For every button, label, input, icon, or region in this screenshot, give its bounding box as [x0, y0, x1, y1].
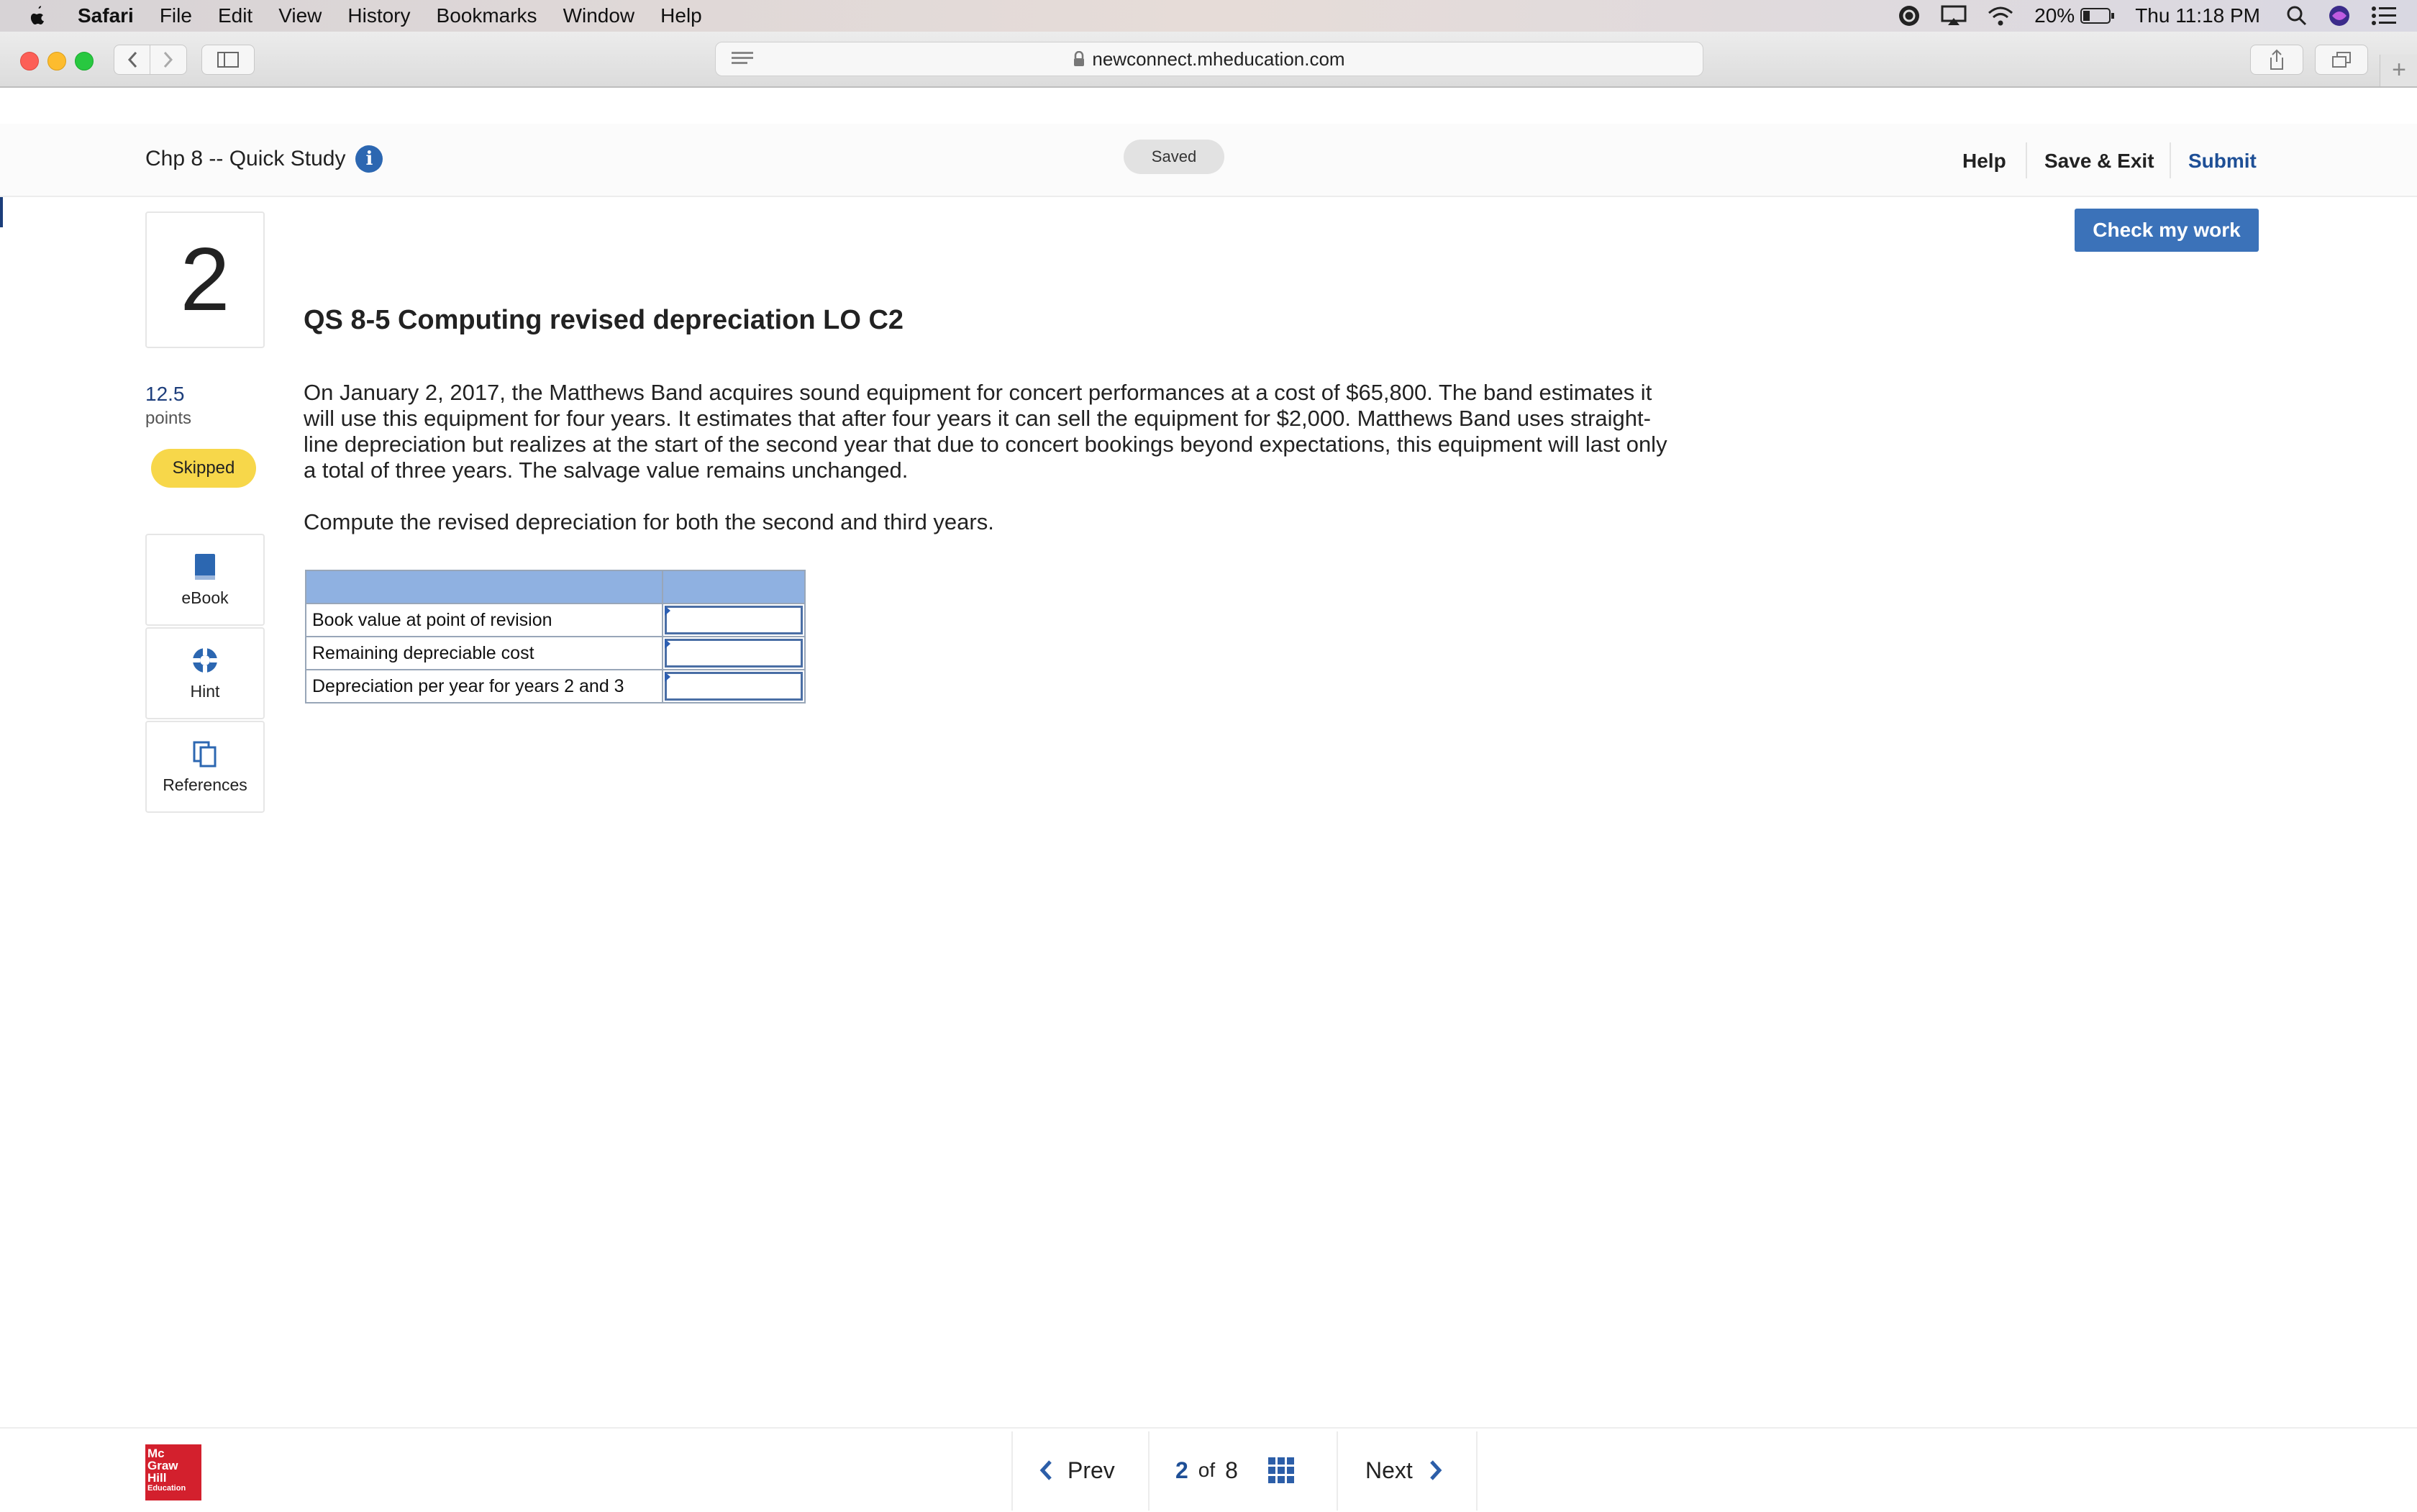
tabs-icon — [2332, 52, 2351, 68]
creative-cloud-icon[interactable] — [1898, 4, 1921, 27]
plus-icon: + — [2392, 56, 2406, 83]
zoom-window-button[interactable] — [75, 52, 94, 70]
remaining-depreciable-cost-input[interactable] — [662, 636, 806, 670]
footer-divider — [1337, 1431, 1338, 1511]
points-value: 12.5 — [145, 383, 185, 405]
menu-view[interactable]: View — [278, 4, 322, 27]
next-label: Next — [1365, 1457, 1413, 1483]
battery-icon[interactable] — [2080, 7, 2115, 24]
chevron-left-icon — [1039, 1460, 1052, 1480]
header-divider — [2170, 142, 2171, 178]
skipped-status-badge: Skipped — [151, 449, 256, 488]
chevron-left-icon — [127, 51, 137, 68]
sidebar-icon — [217, 52, 239, 68]
footer-divider — [1011, 1431, 1013, 1511]
address-bar[interactable]: newconnect.mheducation.com — [715, 42, 1703, 76]
footer-divider — [1148, 1431, 1150, 1511]
points-label: points — [145, 409, 192, 428]
references-button[interactable]: References — [145, 721, 265, 813]
total-pages: 8 — [1225, 1457, 1238, 1483]
menu-window[interactable]: Window — [563, 4, 635, 27]
menu-history[interactable]: History — [347, 4, 410, 27]
ebook-label: eBook — [181, 588, 229, 607]
menu-edit[interactable]: Edit — [218, 4, 252, 27]
book-icon — [195, 553, 215, 580]
browser-toolbar: newconnect.mheducation.com — [0, 32, 2417, 88]
book-value-input[interactable] — [662, 603, 806, 637]
lifebuoy-icon — [193, 647, 217, 673]
ebook-button[interactable]: eBook — [145, 534, 265, 626]
question-instruction: Compute the revised depreciation for bot… — [304, 509, 994, 534]
table-row: Depreciation per year for years 2 and 3 — [305, 669, 806, 703]
quiz-title-text: Chp 8 -- Quick Study — [145, 147, 346, 170]
hint-button[interactable]: Hint — [145, 627, 265, 719]
share-button[interactable] — [2250, 45, 2303, 75]
share-icon — [2270, 49, 2283, 70]
question-title: QS 8-5 Computing revised depreciation LO… — [304, 305, 904, 335]
grid-icon[interactable] — [1267, 1457, 1294, 1483]
new-tab-button[interactable]: + — [2380, 55, 2417, 86]
page-indicator[interactable]: 2 of 8 — [1175, 1429, 1294, 1512]
menu-bar: Safari File Edit View History Bookmarks … — [0, 0, 2417, 32]
back-button[interactable] — [114, 45, 151, 75]
table-row: Book value at point of revision — [305, 603, 806, 637]
battery-percent: 20% — [2034, 4, 2075, 27]
row-label: Book value at point of revision — [305, 603, 663, 637]
address-url: newconnect.mheducation.com — [1092, 47, 1345, 70]
hint-label: Hint — [190, 681, 220, 701]
current-page: 2 — [1175, 1457, 1188, 1483]
quiz-title: Chp 8 -- Quick Study i — [145, 145, 383, 173]
header-cell — [305, 570, 663, 604]
forward-button[interactable] — [150, 45, 187, 75]
reader-view-icon[interactable] — [730, 50, 755, 67]
menu-help[interactable]: Help — [660, 4, 702, 27]
notification-center-icon[interactable] — [2371, 6, 2397, 26]
chevron-right-icon — [1429, 1460, 1442, 1480]
next-button[interactable]: Next — [1365, 1429, 1443, 1512]
chevron-right-icon — [163, 51, 173, 68]
menu-file[interactable]: File — [160, 4, 192, 27]
depreciation-per-year-input[interactable] — [662, 669, 806, 703]
info-icon[interactable]: i — [355, 145, 383, 173]
minimize-window-button[interactable] — [47, 52, 66, 70]
check-my-work-button[interactable]: Check my work — [2075, 209, 2259, 252]
copy-pages-icon — [193, 741, 217, 767]
row-label: Depreciation per year for years 2 and 3 — [305, 669, 663, 703]
apple-icon[interactable] — [27, 4, 47, 27]
tab-overview-button[interactable] — [2315, 45, 2368, 75]
airplay-icon[interactable] — [1941, 5, 1967, 27]
submit-link[interactable]: Submit — [2188, 150, 2257, 173]
footer-nav: Mc Graw Hill Education Prev 2 of 8 Next — [0, 1427, 2417, 1512]
spotlight-search-icon[interactable] — [2286, 5, 2308, 27]
menu-app-name[interactable]: Safari — [78, 4, 134, 27]
menu-clock[interactable]: Thu 11:18 PM — [2135, 4, 2260, 27]
mcgraw-hill-logo: Mc Graw Hill Education — [145, 1444, 201, 1500]
wifi-icon[interactable] — [1987, 5, 2014, 27]
sidebar-toggle-button[interactable] — [201, 45, 255, 75]
save-exit-link[interactable]: Save & Exit — [2044, 150, 2154, 173]
answer-table: Book value at point of revision Remainin… — [305, 570, 806, 703]
answer-table-header — [305, 570, 806, 604]
references-label: References — [163, 775, 247, 794]
page-of: of — [1198, 1459, 1216, 1481]
table-row: Remaining depreciable cost — [305, 636, 806, 670]
row-label: Remaining depreciable cost — [305, 636, 663, 670]
saved-status-badge: Saved — [1124, 140, 1224, 174]
prev-button[interactable]: Prev — [1039, 1429, 1115, 1512]
menu-bookmarks[interactable]: Bookmarks — [437, 4, 537, 27]
close-window-button[interactable] — [20, 52, 39, 70]
help-link[interactable]: Help — [1962, 150, 2006, 173]
quiz-header: Chp 8 -- Quick Study i Saved Help Save &… — [0, 124, 2417, 197]
prev-label: Prev — [1068, 1457, 1115, 1483]
header-divider — [2026, 142, 2027, 178]
question-number: 2 — [145, 211, 265, 348]
question-body: On January 2, 2017, the Matthews Band ac… — [304, 380, 1667, 483]
footer-divider — [1476, 1431, 1478, 1511]
siri-icon[interactable] — [2328, 4, 2351, 27]
lock-icon — [1074, 51, 1085, 66]
header-cell — [662, 570, 806, 604]
